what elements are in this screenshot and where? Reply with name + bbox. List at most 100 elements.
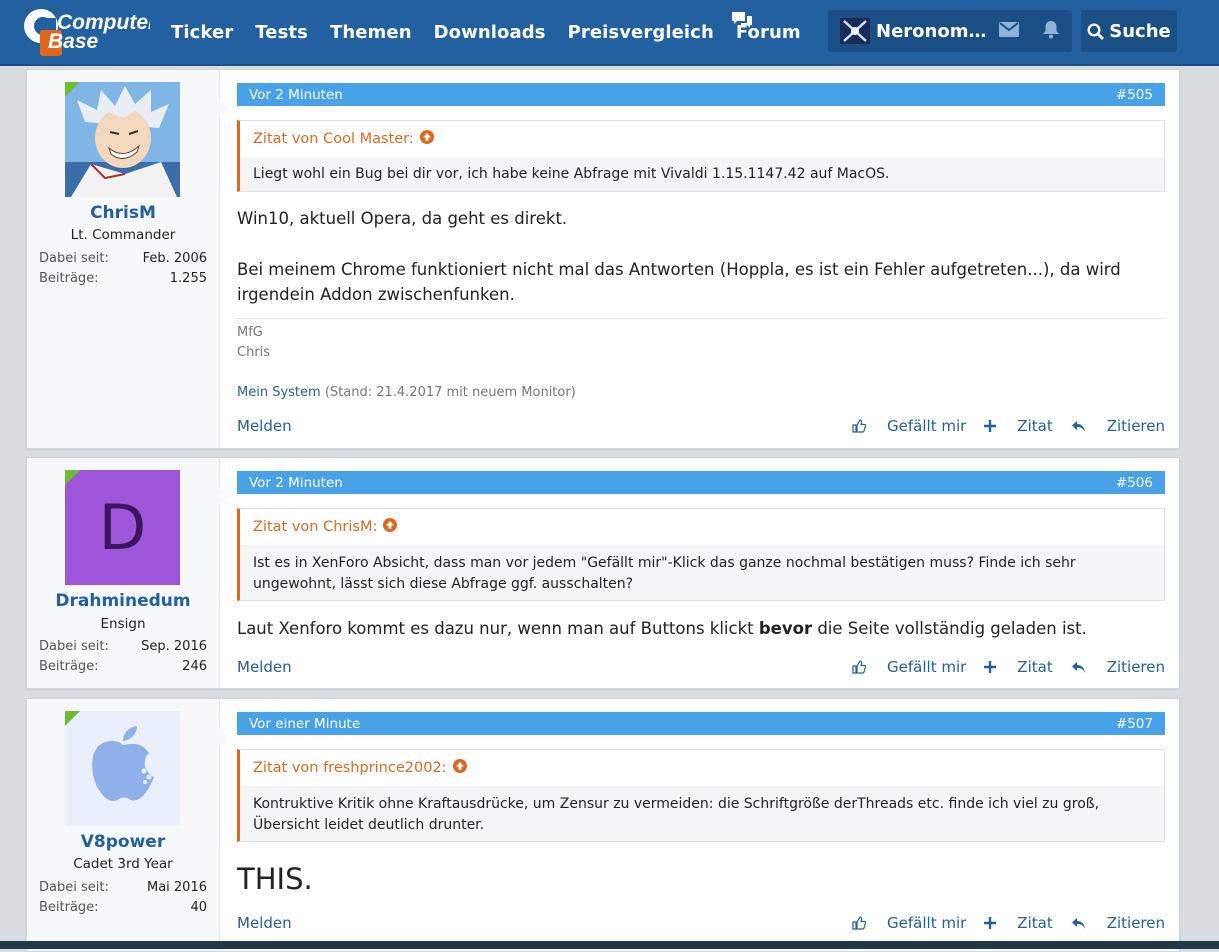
avatar[interactable]: D xyxy=(65,470,180,585)
joined-value: Sep. 2016 xyxy=(141,639,207,654)
quote-author[interactable]: Zitat von ChrisM: xyxy=(253,519,377,535)
arrow-up-circle-icon[interactable] xyxy=(383,518,398,536)
account-avatar[interactable] xyxy=(840,18,870,44)
reply-label: Zitieren xyxy=(1106,417,1165,435)
report-link[interactable]: Melden xyxy=(237,658,292,676)
joined-value: Feb. 2006 xyxy=(142,251,207,266)
reply-arrow-icon xyxy=(1071,917,1085,929)
report-link[interactable]: Melden xyxy=(237,914,292,932)
user-title: Ensign xyxy=(100,616,146,632)
arrow-up-circle-icon[interactable] xyxy=(419,130,434,148)
username-link[interactable]: ChrisM xyxy=(27,203,219,223)
reply-arrow-icon xyxy=(1071,661,1085,673)
arrow-up-circle-icon[interactable] xyxy=(452,759,467,777)
signature-system: Mein System (Stand: 21.4.2017 mit neuem … xyxy=(237,383,576,403)
multiquote-button[interactable]: Zitat xyxy=(984,417,1053,435)
search-label: Suche xyxy=(1109,20,1171,42)
bell-icon xyxy=(1042,20,1060,43)
user-joined-stat: Dabei seit: Mai 2016 xyxy=(39,880,207,895)
post-time[interactable]: Vor einer Minute xyxy=(249,716,360,732)
plus-icon xyxy=(984,917,997,929)
quote-text: Liegt wohl ein Bug bei dir vor, ich habe… xyxy=(253,166,890,182)
envelope-icon xyxy=(999,21,1019,41)
post-user-info: ChrisM Lt. Commander Dabei seit: Feb. 20… xyxy=(27,70,229,448)
nav-tests[interactable]: Tests xyxy=(255,22,308,43)
avatar-letter: D xyxy=(98,491,147,564)
user-title: Lt. Commander xyxy=(70,227,176,243)
quote-author[interactable]: Zitat von Cool Master: xyxy=(253,131,414,147)
quote-author[interactable]: Zitat von freshprince2002: xyxy=(253,760,447,776)
user-posts-stat: Beiträge: 40 xyxy=(39,900,207,915)
like-button[interactable]: Gefällt mir xyxy=(852,658,966,676)
nav-themen[interactable]: Themen xyxy=(330,22,412,43)
signature-link[interactable]: Mein System xyxy=(237,385,321,400)
reply-button[interactable]: Zitieren xyxy=(1071,417,1165,435)
like-button[interactable]: Gefällt mir xyxy=(852,417,966,435)
computerbase-logo[interactable]: Computer Base xyxy=(24,4,158,58)
top-navigation-bar: Computer Base Ticker Tests Themen Downlo… xyxy=(0,0,1219,66)
page-footer-strip xyxy=(0,941,1219,949)
posts-label: Beiträge: xyxy=(39,900,99,915)
signature: MfG Chris xyxy=(237,323,270,363)
plus-icon xyxy=(984,661,997,673)
post-header: Vor 2 Minuten #505 xyxy=(237,83,1165,106)
search-icon xyxy=(1087,22,1105,40)
alerts-button[interactable] xyxy=(1030,10,1072,52)
joined-label: Dabei seit: xyxy=(39,251,109,266)
quote-block: Zitat von Cool Master: Liegt wohl ein Bu… xyxy=(237,120,1165,192)
quote-text: Ist es in XenForo Absicht, dass man vor … xyxy=(253,555,1076,592)
post-body-line: Win10, aktuell Opera, da geht es direkt. xyxy=(237,209,568,228)
apple-logo-icon xyxy=(65,711,180,826)
inbox-button[interactable] xyxy=(988,10,1030,52)
post-number[interactable]: #505 xyxy=(1116,87,1153,103)
signature-line: MfG xyxy=(237,325,263,340)
like-button[interactable]: Gefällt mir xyxy=(852,914,966,932)
nav-ticker[interactable]: Ticker xyxy=(171,22,233,43)
quote-block: Zitat von freshprince2002: Kontruktive K… xyxy=(237,749,1165,842)
multiquote-button[interactable]: Zitat xyxy=(984,658,1053,676)
post-body-text: die Seite vollständig geladen ist. xyxy=(812,619,1087,638)
signature-note: (Stand: 21.4.2017 mit neuem Monitor) xyxy=(324,385,576,400)
joined-label: Dabei seit: xyxy=(39,639,109,654)
reply-button[interactable]: Zitieren xyxy=(1071,914,1165,932)
multiquote-button[interactable]: Zitat xyxy=(984,914,1053,932)
post-actions: Melden Gefällt mir Zitat Zitieren xyxy=(237,414,1165,438)
post-user-info: V8power Cadet 3rd Year Dabei seit: Mai 2… xyxy=(27,699,229,951)
user-joined-stat: Dabei seit: Sep. 2016 xyxy=(39,639,207,654)
quote-label: Zitat xyxy=(1017,914,1053,932)
post-actions: Melden Gefällt mir Zitat Zitieren xyxy=(237,655,1165,679)
user-posts-stat: Beiträge: 1.255 xyxy=(39,271,207,286)
thumbs-up-icon xyxy=(852,916,867,930)
username-link[interactable]: V8power xyxy=(27,832,219,852)
post-time[interactable]: Vor 2 Minuten xyxy=(249,87,343,103)
forum-post: ChrisM Lt. Commander Dabei seit: Feb. 20… xyxy=(26,69,1180,449)
like-label: Gefällt mir xyxy=(887,914,967,932)
nav-downloads[interactable]: Downloads xyxy=(434,22,546,43)
like-label: Gefällt mir xyxy=(887,417,967,435)
username-link[interactable]: Drahminedum xyxy=(27,591,219,611)
forum-post: D Drahminedum Ensign Dabei seit: Sep. 20… xyxy=(26,457,1180,689)
post-time[interactable]: Vor 2 Minuten xyxy=(249,475,343,491)
quote-header[interactable]: Zitat von Cool Master: xyxy=(253,130,434,148)
chat-bubbles-icon[interactable] xyxy=(730,10,754,32)
quote-header[interactable]: Zitat von ChrisM: xyxy=(253,518,398,536)
search-button[interactable]: Suche xyxy=(1081,10,1177,52)
account-username[interactable]: Neronomic... xyxy=(876,21,988,42)
posts-label: Beiträge: xyxy=(39,271,99,286)
signature-divider xyxy=(237,318,1165,319)
post-content: Vor 2 Minuten #505 Zitat von Cool Master… xyxy=(237,70,1165,448)
joined-label: Dabei seit: xyxy=(39,880,109,895)
reply-arrow-icon xyxy=(1071,420,1085,432)
quote-header[interactable]: Zitat von freshprince2002: xyxy=(253,759,467,777)
report-link[interactable]: Melden xyxy=(237,417,292,435)
avatar[interactable] xyxy=(65,82,180,197)
main-nav: Ticker Tests Themen Downloads Preisvergl… xyxy=(160,0,812,64)
reply-button[interactable]: Zitieren xyxy=(1071,658,1165,676)
like-label: Gefällt mir xyxy=(887,658,967,676)
nav-preisvergleich[interactable]: Preisvergleich xyxy=(568,22,714,43)
post-header: Vor einer Minute #507 xyxy=(237,712,1165,735)
thumbs-up-icon xyxy=(852,419,867,433)
post-number[interactable]: #506 xyxy=(1116,475,1153,491)
post-number[interactable]: #507 xyxy=(1116,716,1153,732)
avatar[interactable] xyxy=(65,711,180,826)
